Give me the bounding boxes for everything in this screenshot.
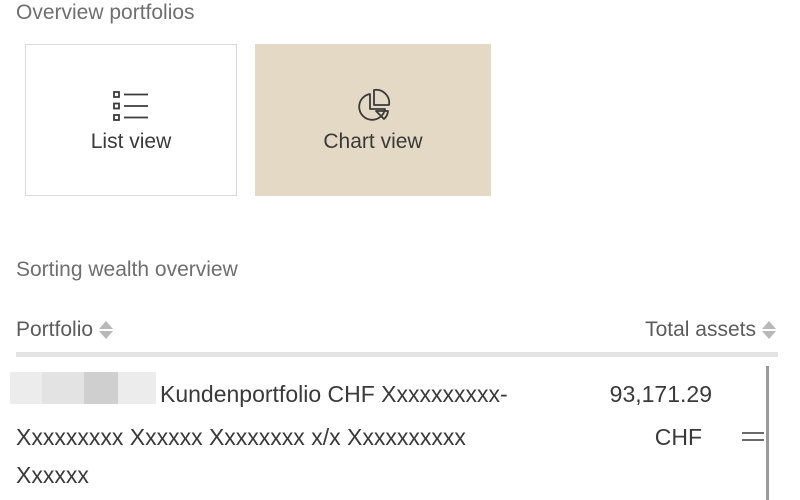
column-header-portfolio[interactable]: Portfolio — [16, 318, 115, 342]
list-icon — [113, 91, 148, 121]
sort-icon[interactable] — [97, 318, 115, 342]
chart-view-button[interactable]: Chart view — [255, 44, 491, 196]
pie-chart-icon — [358, 88, 391, 121]
sorting-wealth-overview-label: Sorting wealth overview — [16, 258, 238, 281]
overview-portfolios-label: Overview portfolios — [16, 1, 195, 24]
portfolio-name[interactable]: Kundenportfolio CHF Xxxxxxxxxx- — [160, 381, 508, 408]
total-assets-amount: 93,171.29 — [609, 381, 712, 407]
portfolio-name-continued[interactable]: Xxxxxx — [16, 462, 89, 489]
column-header-total-assets-label: Total assets — [645, 318, 756, 341]
list-view-button[interactable]: List view — [25, 44, 237, 196]
column-header-total-assets[interactable]: Total assets — [645, 318, 778, 342]
scrollbar[interactable] — [766, 366, 769, 500]
column-header-portfolio-label: Portfolio — [16, 318, 94, 341]
portfolio-name-continued[interactable]: Xxxxxxxxx Xxxxxx Xxxxxxxx x/x Xxxxxxxxxx — [16, 424, 466, 451]
table-header-divider — [16, 352, 778, 357]
list-view-label: List view — [90, 130, 172, 153]
chart-view-label: Chart view — [323, 130, 423, 153]
drag-handle-icon[interactable] — [742, 429, 764, 445]
total-assets-currency: CHF — [654, 424, 702, 450]
sort-icon[interactable] — [760, 318, 778, 342]
redacted-portfolio-number — [10, 372, 156, 404]
